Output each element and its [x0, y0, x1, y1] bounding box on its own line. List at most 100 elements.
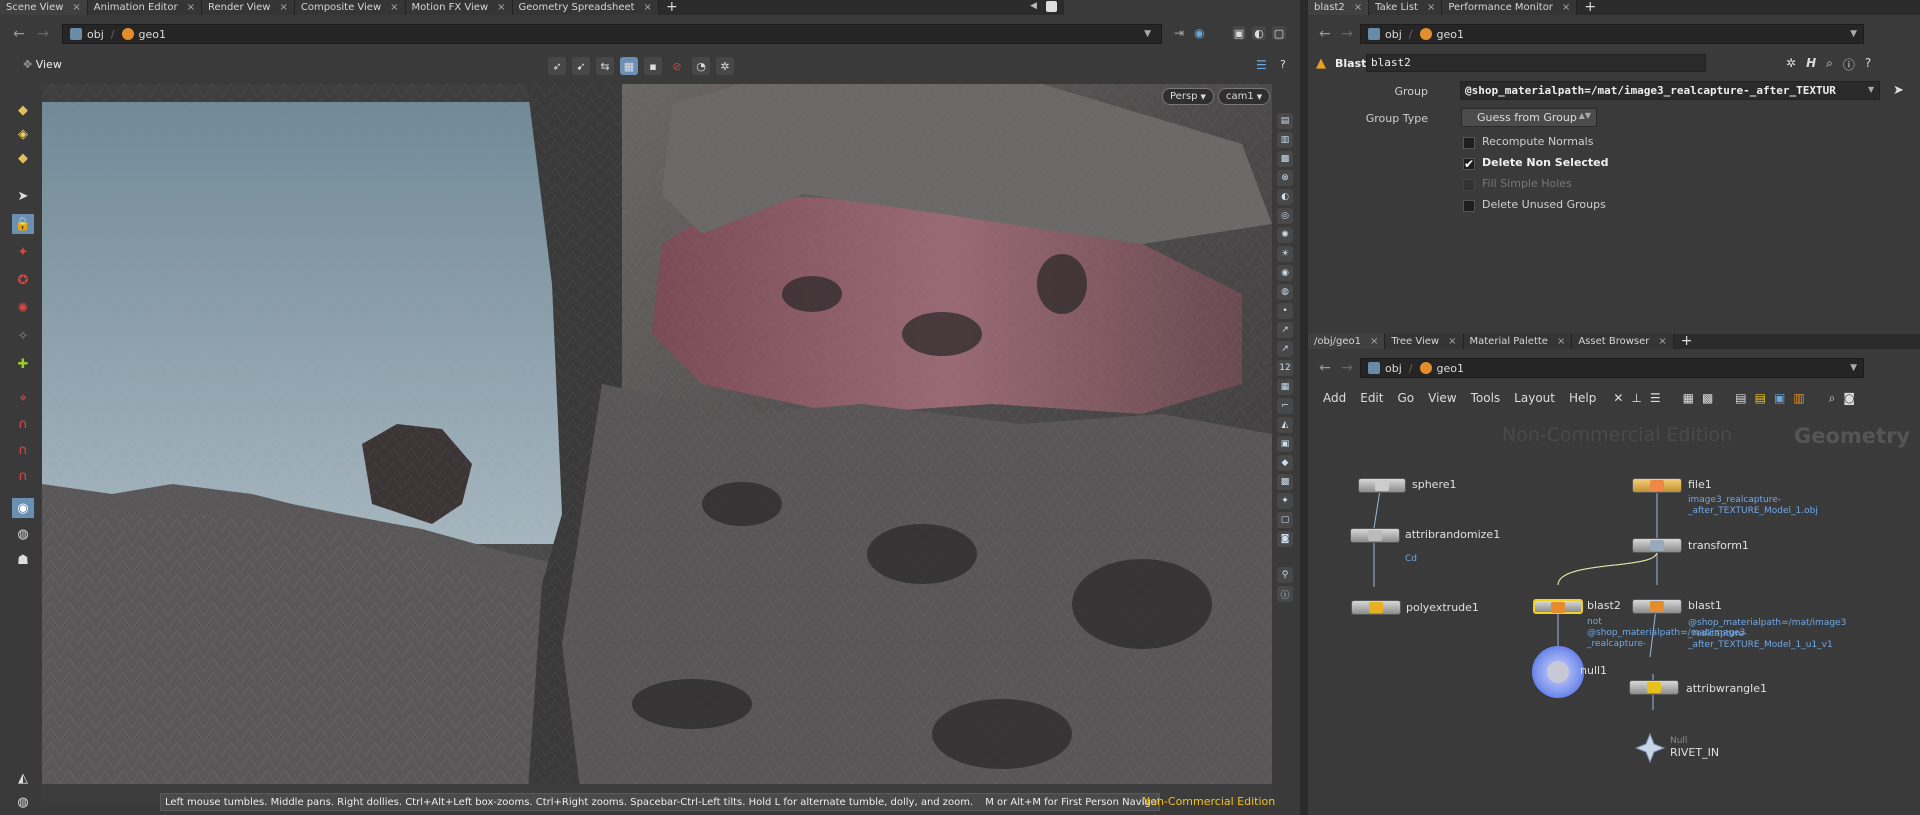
menu-help[interactable]: Help	[1562, 391, 1603, 405]
normals-icon[interactable]: ↗	[1277, 322, 1293, 338]
rotate-tool-icon[interactable]: ✪	[12, 270, 34, 290]
menu-add[interactable]: Add	[1316, 391, 1353, 405]
bulb-icon[interactable]: ✺	[1277, 227, 1293, 243]
pose-tool-icon[interactable]: ✧	[12, 326, 34, 346]
node-null1[interactable]	[1532, 646, 1584, 698]
chevron-down-icon[interactable]: ▼	[1850, 29, 1857, 39]
display-icon[interactable]: ▦	[620, 57, 638, 75]
points-icon[interactable]: •	[1277, 303, 1293, 319]
tab-render-view[interactable]: Render View ×	[201, 0, 295, 15]
persp-menu[interactable]: Persp ▼	[1162, 88, 1214, 105]
back-arrow-icon[interactable]: ←	[1314, 26, 1336, 42]
node-attribwrangle1[interactable]	[1629, 680, 1679, 695]
close-icon[interactable]: ×	[1427, 2, 1435, 13]
frame-icon[interactable]: ▢	[1277, 512, 1293, 528]
grid-icon[interactable]: ▦	[1683, 391, 1694, 406]
pin-view-icon[interactable]: ⚲	[1277, 567, 1293, 583]
close-icon[interactable]: ⊗	[1277, 170, 1293, 186]
box-icon[interactable]: ▥	[1793, 391, 1804, 406]
3d-viewport[interactable]: Persp ▼ cam1 ▼	[42, 84, 1272, 804]
snap-tool-icon[interactable]: ◈	[12, 124, 34, 144]
camera-icon[interactable]: ◙	[1843, 391, 1855, 406]
forward-arrow-icon[interactable]: →	[1336, 360, 1358, 376]
numbers-icon[interactable]: 12	[1277, 360, 1293, 376]
group-type-menu[interactable]: Guess from Group ▲▼	[1461, 108, 1597, 127]
image-icon[interactable]: ▣	[1774, 391, 1785, 406]
list-icon[interactable]: ☰	[1650, 391, 1661, 406]
tab-motion-fx-view[interactable]: Motion FX View ×	[405, 0, 513, 15]
close-icon[interactable]: ×	[279, 2, 287, 13]
draw-tool-icon[interactable]: ◆	[12, 148, 34, 168]
shade-icon[interactable]: ◆	[1277, 455, 1293, 471]
snapshot-icon[interactable]: ▢	[1272, 26, 1286, 40]
chevron-down-icon[interactable]: ▼	[1868, 85, 1874, 94]
node-sphere1[interactable]	[1358, 478, 1406, 493]
tab-composite-view[interactable]: Composite View ×	[294, 0, 406, 15]
tab-take-list[interactable]: Take List ×	[1369, 0, 1443, 15]
help-icon[interactable]: ?	[1865, 56, 1871, 73]
lock-icon[interactable]: ▩	[1277, 151, 1293, 167]
network-breadcrumb[interactable]: obj / geo1 ▼	[1360, 358, 1864, 378]
wire-icon[interactable]: ▪	[644, 57, 662, 75]
chevron-down-icon[interactable]: ▼	[1850, 363, 1857, 373]
recompute-normals-checkbox[interactable]	[1463, 137, 1475, 149]
network-editor[interactable]: Non-Commercial Edition Geometry sphere1 …	[1308, 410, 1920, 815]
close-icon[interactable]: ×	[390, 2, 398, 13]
layout-icon[interactable]: ▣	[1232, 26, 1246, 40]
tab-performance-monitor[interactable]: Performance Monitor ×	[1442, 0, 1578, 15]
node-polyextrude1[interactable]	[1351, 600, 1401, 615]
crumb-obj[interactable]: obj	[1361, 362, 1409, 375]
display-icon-1[interactable]: ▤	[1277, 113, 1293, 129]
link-icon[interactable]: ◉	[1194, 26, 1204, 40]
magnet-2-icon[interactable]: ∩	[12, 440, 34, 460]
add-tab-button[interactable]: +	[659, 0, 685, 15]
close-icon[interactable]: ×	[1658, 336, 1666, 347]
select-arrow-icon[interactable]: ➤	[1893, 83, 1904, 98]
menu-go[interactable]: Go	[1390, 391, 1421, 405]
back-arrow-icon[interactable]: ←	[1314, 360, 1336, 376]
crumb-geo1[interactable]: geo1	[1413, 28, 1471, 41]
param-breadcrumb[interactable]: obj / geo1 ▼	[1360, 24, 1864, 44]
shading-icon[interactable]: ◐	[1252, 26, 1266, 40]
light-tool-icon[interactable]: ☗	[12, 550, 34, 570]
back-arrow-icon[interactable]: ←	[8, 26, 30, 42]
crumb-obj[interactable]: obj	[63, 28, 111, 41]
info-icon[interactable]: ⓘ	[1843, 56, 1855, 73]
network-view-icon[interactable]: ▤	[1735, 391, 1746, 406]
node-rivet-in[interactable]	[1634, 732, 1666, 764]
wrench-icon[interactable]: ✕	[1613, 391, 1623, 406]
grid-icon[interactable]: ▦	[1277, 379, 1293, 395]
camera-tool-icon[interactable]: ◍	[12, 524, 34, 544]
menu-edit[interactable]: Edit	[1353, 391, 1390, 405]
close-icon[interactable]: ×	[1370, 336, 1378, 347]
node-attribrandomize1[interactable]	[1350, 528, 1400, 543]
close-icon[interactable]: ×	[497, 2, 505, 13]
delete-non-selected-checkbox[interactable]: ✔	[1463, 158, 1475, 170]
node-file1[interactable]	[1632, 478, 1682, 493]
light-icon[interactable]: ◎	[1277, 208, 1293, 224]
tab-tree-view[interactable]: Tree View ×	[1385, 334, 1464, 349]
menu-view[interactable]: View	[1421, 391, 1463, 405]
render-tool-icon[interactable]: ◭	[12, 768, 34, 788]
gl-icon[interactable]: ▩	[1277, 474, 1293, 490]
gear-icon[interactable]: ✲	[1786, 56, 1796, 73]
backface-icon[interactable]: ◍	[1277, 284, 1293, 300]
chevron-down-icon[interactable]: ▼	[1144, 29, 1151, 39]
camera-icon[interactable]: ◔	[692, 57, 710, 75]
grid-dots-icon[interactable]: ▩	[1702, 391, 1713, 406]
wire-icon[interactable]: ◭	[1277, 417, 1293, 433]
sticky-icon[interactable]: ▤	[1755, 391, 1766, 406]
pane-divider[interactable]	[1300, 0, 1308, 815]
select-icon[interactable]: ➶	[548, 57, 566, 75]
node-name-field[interactable]: blast2	[1366, 54, 1706, 72]
close-icon[interactable]: ×	[1562, 2, 1570, 13]
scale-tool-icon[interactable]: ✺	[12, 298, 34, 318]
snap-icon[interactable]: ✦	[1277, 493, 1293, 509]
tab-blast2[interactable]: blast2 ×	[1308, 0, 1370, 15]
pane-menu-icon[interactable]: ◀	[1030, 1, 1037, 11]
crumb-geo1[interactable]: geo1	[115, 28, 173, 41]
group-field[interactable]: @shop_materialpath=/mat/image3_realcaptu…	[1460, 81, 1880, 100]
camera-menu[interactable]: cam1 ▼	[1218, 88, 1271, 105]
node-blast2[interactable]	[1533, 599, 1583, 614]
menu-layout[interactable]: Layout	[1507, 391, 1562, 405]
